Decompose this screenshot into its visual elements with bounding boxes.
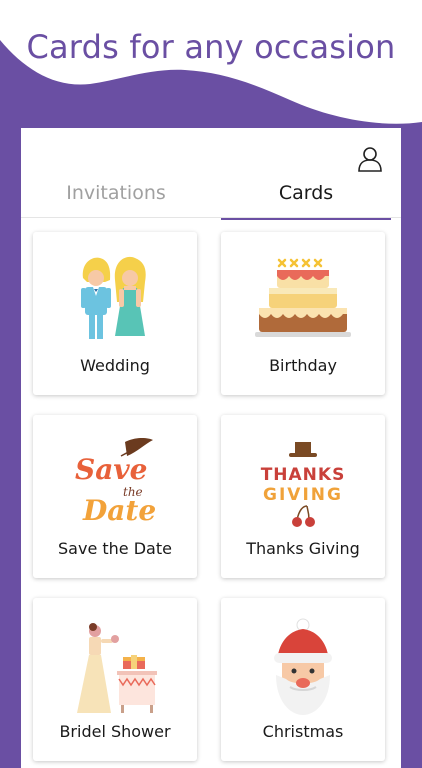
tab-cards[interactable]: Cards (221, 172, 391, 220)
card-label: Bridel Shower (59, 722, 171, 741)
card-label: Thanks Giving (246, 539, 360, 558)
card-bridel-shower[interactable]: Bridel Shower (33, 598, 197, 761)
wedding-couple-icon (81, 256, 146, 339)
santa-icon (274, 618, 332, 715)
card-label: Save the Date (58, 539, 172, 558)
save-the-date-icon: Save the Date (75, 438, 156, 527)
card-wedding[interactable]: Wedding (33, 232, 197, 395)
person-icon (358, 147, 382, 172)
cards-panel: Invitations Cards Wedding Birthday Save … (21, 128, 401, 768)
card-thanks-giving[interactable]: THANKS GIVING Thanks Giving (221, 415, 385, 578)
card-christmas[interactable]: Christmas (221, 598, 385, 761)
hero-background (0, 0, 422, 124)
bridal-shower-icon (77, 623, 157, 713)
save-word: Save (75, 453, 147, 486)
thanks-word: THANKS (261, 465, 346, 485)
birthday-cake-icon (255, 258, 351, 337)
card-label: Birthday (269, 356, 337, 375)
tab-divider (21, 217, 401, 218)
date-word: Date (82, 494, 156, 527)
card-label: Christmas (262, 722, 344, 741)
card-save-the-date[interactable]: Save the Date Save the Date (33, 415, 197, 578)
card-birthday[interactable]: Birthday (221, 232, 385, 395)
tab-bar: Invitations Cards (21, 172, 401, 220)
page-headline: Cards for any occasion (26, 28, 396, 66)
tab-invitations[interactable]: Invitations (21, 172, 211, 218)
thanksgiving-icon: THANKS GIVING (261, 442, 346, 527)
profile-button[interactable] (357, 146, 383, 172)
giving-word: GIVING (263, 485, 343, 505)
card-label: Wedding (80, 356, 150, 375)
